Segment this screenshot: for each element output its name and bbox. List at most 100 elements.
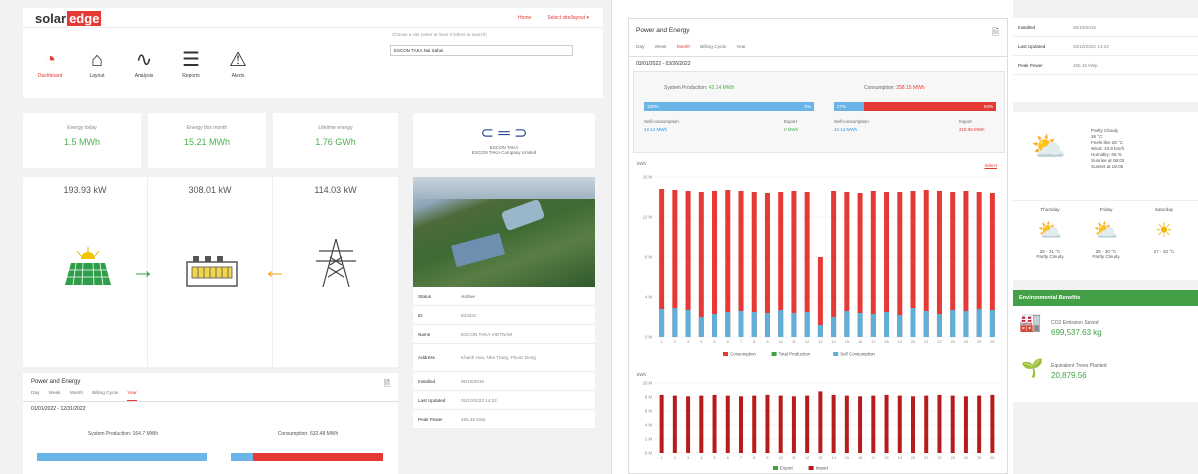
self-cons2-label: Self-consumption [834,119,869,124]
bar-self-consumption [910,308,916,337]
tab-year[interactable]: Year [736,45,746,50]
bar-import [884,394,889,453]
photo-solar-roof [451,232,505,268]
consumption-chart: 16 M12 M8 M4 M0 M1 2 3 4 5 6 7 8 9 10 11 12 13 14 15 16… [643,175,999,357]
bar-self-consumption [870,314,876,337]
x-tick-label: 19 [898,340,902,344]
stat-energy-month: Energy this month 15.21 MWh [148,113,266,168]
building-load-icon [186,256,238,287]
import-label: Import [959,119,972,124]
pe-title: Power and Energy [31,379,81,385]
forecast-temp: 27 - 33 °C [1153,249,1175,254]
tab-billing-cycle[interactable]: Billing Cycle [92,391,118,401]
summary-consumption: Consumption: 258.15 MWh [864,85,925,91]
nav-home-link[interactable]: Home [518,15,531,21]
y-tick-label: 8 M [645,395,652,400]
screenshot-root: { "left": { "logo_solar": "solar", "logo… [0,0,1198,474]
stat-lifetime-energy: Lifetime energy 1.76 GWh [273,113,398,168]
info-value: ESCON TAKA-VIETNAM [461,331,513,337]
bar-import [844,395,849,453]
y-tick-label: 6 M [645,409,652,414]
summary-production: System Production: 42.14 MWh [664,85,734,91]
solar-panel-icon [65,247,111,286]
bar-self-consumption [817,325,823,337]
bar-self-consumption [989,310,995,337]
nav-layout[interactable]: ⌂ Layout [78,47,116,79]
nav-dashboard[interactable]: ◔ Dashboard [31,47,69,79]
bar-import [977,395,982,453]
reports-icon: ☰ [182,49,200,71]
company-logo-card: ⊂ ═ ⊃ ESCON TAKA ESCON TAKA Company Limi… [413,113,595,168]
load-power-value: 308.01 kW [188,185,232,195]
bar-self-consumption [791,313,797,337]
y-tick-label: 0 M [645,335,652,340]
x-tick-label: 16 [858,340,862,344]
export-icon[interactable]: 🗎 [992,25,999,41]
x-tick-label: 24 [964,456,968,460]
chart-select-link[interactable]: Select [984,163,997,168]
info-value: 05/19/2016 [1073,24,1096,30]
tab-day[interactable]: Day [31,391,40,401]
nav-label: Alerts [231,73,245,79]
tab-year[interactable]: Year [127,391,137,401]
nav-alerts[interactable]: ⚠ Alerts [219,47,257,79]
y-tick-label: 2 M [645,437,652,442]
legend-label: Consumption [730,352,756,357]
bar-import [990,394,995,453]
tab-day[interactable]: Day [636,45,645,50]
bar-self-consumption [804,312,810,337]
bar-consumption [698,192,704,337]
tab-month[interactable]: Month [677,45,690,50]
bar-import [831,394,836,453]
factory-co2-icon: 🏭 [1019,312,1042,332]
bar-self-consumption [672,308,678,337]
trees-label: Equivalent Trees Planted [1051,363,1107,369]
bar-self-consumption [725,312,731,337]
x-tick-label: 15 [845,340,849,344]
bar-self-consumption [884,312,890,337]
site-photo [413,177,595,287]
bar-import [950,395,955,453]
forecast-day-3: Saturday ☀ 27 - 33 °C [1139,207,1189,254]
nav-analysis[interactable]: ∿ Analysis [125,47,163,79]
nav-reports[interactable]: ☰ Reports [172,47,210,79]
tab-month[interactable]: Month [70,391,83,401]
x-tick-label: 23 [951,340,955,344]
info-value: Active [461,293,475,299]
tab-week[interactable]: Week [655,45,667,50]
stat-value: 15.21 MWh [183,137,231,147]
legend-swatch [833,352,839,356]
tab-week[interactable]: Week [49,391,61,401]
self-cons2-value: 42.14 MWh [834,127,858,132]
solar-power-value: 193.93 kW [63,185,107,195]
legend-swatch [723,352,728,356]
site-search-input[interactable]: ESCON TAKA Nai Sahai [390,45,573,56]
export-icon[interactable]: 🗎 [384,378,390,392]
x-tick-label: 17 [871,340,875,344]
bar-self-consumption [778,310,784,337]
right-info-table: Installed 05/19/2016 Last Updated 03/10/20… [1013,18,1198,102]
bar-import [659,394,664,453]
nav-site-dropdown[interactable]: Select site/layout ▾ [547,15,589,21]
x-tick-label: 13 [818,456,822,460]
x-tick-label: 12 [805,340,809,344]
x-tick-label: 1 [661,456,663,460]
x-tick-label: 6 [727,456,729,460]
tab-billing-cycle[interactable]: Billing Cycle [700,45,726,50]
partly-cloudy-icon: ⛅ [1031,131,1066,162]
bar-self-consumption [857,313,863,337]
info-key: Status [418,293,432,299]
bar-self-consumption [936,314,942,337]
nav-label: Reports [182,73,200,79]
bar-import [686,396,691,453]
info-row: Peak Power 455.45 kWp [1013,56,1198,75]
info-row: Status Active [413,287,595,306]
alerts-icon: ⚠ [229,49,247,71]
legend-label: Total Production [779,352,811,357]
bar-import [924,395,929,453]
x-tick-label: 21 [924,340,928,344]
nav-label: Layout [89,73,105,79]
company-line2: ESCON TAKA Company Limited [471,150,537,155]
info-key: Installed [418,378,436,384]
solaredge-logo[interactable]: solar edge [35,11,102,26]
